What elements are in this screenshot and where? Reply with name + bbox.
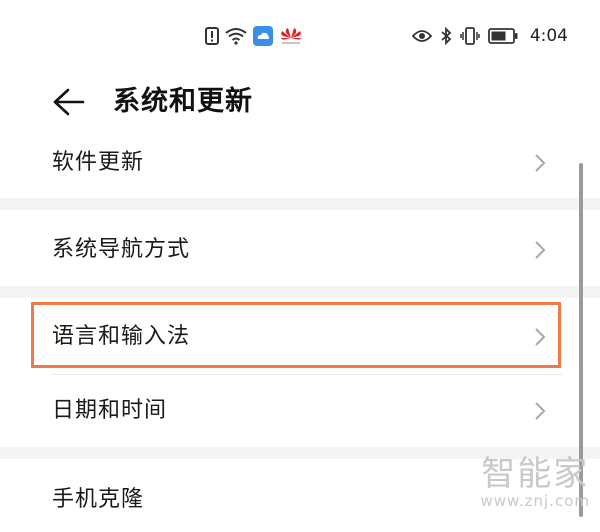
page-title: 系统和更新: [113, 86, 253, 117]
battery-icon: [487, 28, 518, 44]
row-divider: [52, 374, 562, 375]
settings-item-system-navigation[interactable]: 系统导航方式: [0, 218, 600, 282]
watermark: 智能家 www.znj.com: [480, 455, 590, 509]
status-bar-left: [205, 24, 303, 48]
status-bar-right: 4:04: [411, 24, 568, 48]
watermark-text: 智能家: [481, 454, 590, 494]
eye-icon: [411, 29, 432, 43]
settings-item-date-time[interactable]: 日期和时间: [0, 379, 600, 443]
vibrate-icon: [460, 27, 480, 45]
cloud-app-icon: [253, 26, 273, 46]
alert-icon: [205, 27, 219, 45]
status-time: 4:04: [529, 26, 568, 46]
section-divider: [0, 198, 600, 210]
section-divider: [0, 286, 600, 298]
settings-item-label: 系统导航方式: [52, 237, 191, 262]
settings-item-label: 手机克隆: [52, 487, 145, 512]
page-header: 系统和更新: [0, 78, 600, 126]
back-arrow-icon[interactable]: [50, 84, 86, 120]
status-bar: 4:04: [0, 0, 600, 72]
settings-item-label: 日期和时间: [52, 398, 168, 423]
chevron-right-icon: [533, 401, 547, 421]
chevron-right-icon: [533, 153, 547, 173]
bluetooth-icon: [440, 27, 452, 45]
wifi-icon: [225, 27, 247, 45]
settings-item-label: 软件更新: [52, 150, 145, 175]
huawei-logo-icon: [279, 26, 303, 46]
settings-item-software-update[interactable]: 软件更新: [0, 131, 600, 195]
highlight-box: [31, 302, 561, 368]
chevron-right-icon: [533, 240, 547, 260]
watermark-url: www.znj.com: [480, 492, 590, 510]
